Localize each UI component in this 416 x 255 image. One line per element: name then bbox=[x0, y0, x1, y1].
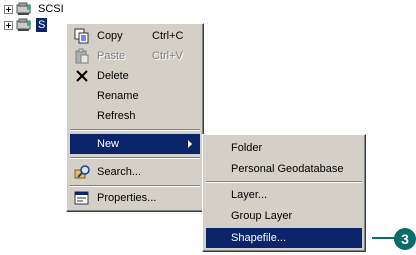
expand-icon[interactable] bbox=[4, 20, 13, 30]
menu-separator bbox=[70, 129, 200, 131]
context-menu: Copy Ctrl+C Paste Ctrl+V Delete Rename R… bbox=[66, 23, 204, 212]
menu-item-label: Shapefile... bbox=[231, 232, 287, 244]
menu-item-label: Search... bbox=[97, 166, 142, 178]
tree-item-label: S bbox=[36, 18, 48, 32]
copy-icon bbox=[74, 28, 89, 44]
menu-item-label: Properties... bbox=[97, 192, 157, 204]
menu-item-label: New bbox=[97, 138, 120, 150]
server-icon bbox=[16, 2, 31, 15]
menu-separator bbox=[70, 185, 200, 187]
tree-item-scsi[interactable]: SCSI bbox=[4, 1, 66, 17]
delete-icon bbox=[76, 70, 88, 82]
step-callout: 3 bbox=[394, 228, 416, 250]
tree-item-label: SCSI bbox=[38, 3, 64, 15]
paste-icon bbox=[75, 48, 89, 64]
submenu-item-group-layer[interactable]: Group Layer bbox=[206, 206, 362, 226]
submenu-item-folder[interactable]: Folder bbox=[206, 138, 362, 158]
properties-icon bbox=[74, 191, 89, 205]
submenu-item-layer[interactable]: Layer... bbox=[206, 185, 362, 205]
submenu-item-shapefile[interactable]: Shapefile... bbox=[206, 228, 362, 248]
menu-separator bbox=[206, 181, 362, 183]
submenu-arrow-icon bbox=[188, 140, 192, 148]
menu-item-copy[interactable]: Copy Ctrl+C bbox=[70, 26, 200, 46]
server-icon bbox=[16, 18, 31, 31]
search-icon bbox=[74, 165, 90, 179]
new-submenu: Folder Personal Geodatabase Layer... Gro… bbox=[202, 134, 366, 252]
menu-item-label: Layer... bbox=[231, 189, 268, 201]
tree-item-selected[interactable]: S bbox=[4, 17, 48, 33]
menu-item-shortcut: Ctrl+C bbox=[152, 30, 184, 42]
menu-item-paste[interactable]: Paste Ctrl+V bbox=[70, 46, 200, 66]
menu-item-new[interactable]: New bbox=[70, 134, 200, 154]
menu-item-search[interactable]: Search... bbox=[70, 162, 200, 182]
menu-item-label: Refresh bbox=[97, 110, 136, 122]
menu-item-label: Copy bbox=[97, 30, 123, 42]
menu-item-refresh[interactable]: Refresh bbox=[70, 106, 200, 126]
menu-item-label: Delete bbox=[97, 70, 129, 82]
menu-item-label: Rename bbox=[97, 90, 139, 102]
menu-item-shortcut: Ctrl+V bbox=[152, 50, 183, 62]
menu-item-label: Personal Geodatabase bbox=[231, 163, 344, 175]
menu-item-properties[interactable]: Properties... bbox=[70, 188, 200, 208]
menu-separator bbox=[70, 157, 200, 159]
menu-item-label: Group Layer bbox=[231, 210, 293, 222]
expand-icon[interactable] bbox=[4, 4, 13, 14]
menu-item-rename[interactable]: Rename bbox=[70, 86, 200, 106]
menu-item-delete[interactable]: Delete bbox=[70, 66, 200, 86]
menu-item-label: Folder bbox=[231, 142, 263, 154]
menu-item-label: Paste bbox=[97, 50, 126, 62]
submenu-item-personal-geodatabase[interactable]: Personal Geodatabase bbox=[206, 159, 362, 179]
